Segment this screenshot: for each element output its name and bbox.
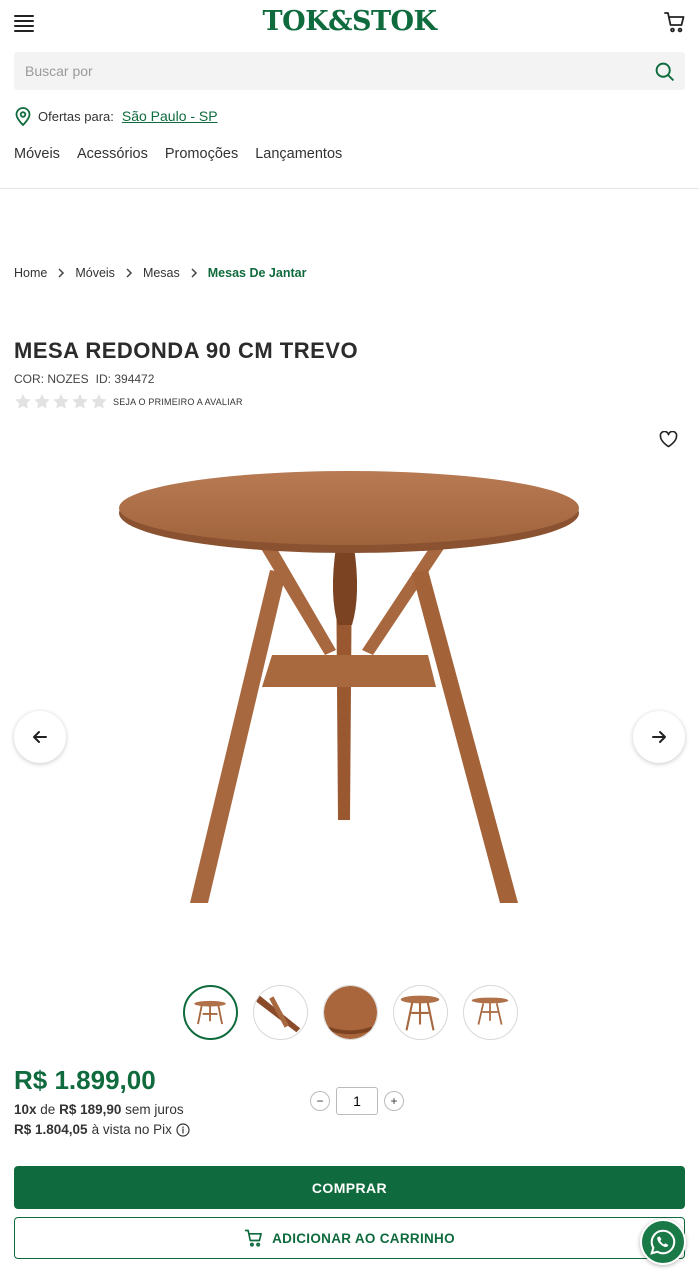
product-title: MESA REDONDA 90 CM TREVO (14, 338, 359, 363)
quantity-stepper: − + (310, 1087, 404, 1115)
nav-item-acessorios[interactable]: Acessórios (77, 146, 148, 162)
carousel-next-button[interactable] (633, 711, 685, 763)
breadcrumb-moveis[interactable]: Móveis (75, 266, 115, 280)
product-meta: COR: NOZES ID: 394472 (14, 372, 154, 386)
installment-suffix: sem juros (125, 1102, 184, 1117)
breadcrumb-home[interactable]: Home (14, 266, 47, 280)
installment-count: 10x (14, 1102, 37, 1117)
pix-price: R$ 1.804,05 (14, 1122, 88, 1137)
whatsapp-icon (650, 1229, 676, 1255)
thumbnail[interactable] (253, 985, 308, 1040)
nav-item-moveis[interactable]: Móveis (14, 146, 60, 162)
quantity-input[interactable] (336, 1087, 378, 1115)
logo[interactable]: TOK&STOK (0, 6, 699, 37)
installment-value: R$ 189,90 (59, 1102, 122, 1117)
main-nav: Móveis Acessórios Promoções Lançamentos (14, 146, 342, 162)
breadcrumb: Home Móveis Mesas Mesas De Jantar (14, 266, 306, 280)
breadcrumb-mesas[interactable]: Mesas (143, 266, 180, 280)
star-icon[interactable] (90, 393, 108, 410)
breadcrumb-current: Mesas De Jantar (207, 266, 307, 280)
add-to-cart-button[interactable]: ADICIONAR AO CARRINHO (14, 1217, 685, 1259)
heart-icon[interactable] (659, 431, 678, 448)
pix-price-info: R$ 1.804,05 à vista no Pix (14, 1122, 190, 1137)
location-selector: Ofertas para: São Paulo - SP (14, 106, 218, 126)
search-bar (14, 52, 685, 90)
star-icon[interactable] (33, 393, 51, 410)
offers-label: Ofertas para: (38, 108, 114, 124)
product-image (119, 471, 579, 903)
thumbnail[interactable] (183, 985, 238, 1040)
carousel-prev-button[interactable] (14, 711, 66, 763)
location-pin-icon (15, 107, 31, 126)
buy-button-label: COMPRAR (311, 1179, 388, 1196)
star-icon[interactable] (71, 393, 89, 410)
quantity-increase-button[interactable]: + (384, 1091, 404, 1111)
arrow-left-icon (33, 731, 47, 743)
star-icon[interactable] (52, 393, 70, 410)
nav-item-lancamentos[interactable]: Lançamentos (255, 146, 342, 162)
search-icon[interactable] (654, 61, 675, 82)
location-link[interactable]: São Paulo - SP (122, 108, 218, 124)
cart-icon (244, 1229, 263, 1247)
header-divider (0, 188, 699, 189)
product-id: ID: 394472 (95, 372, 155, 386)
installment-of: de (40, 1102, 56, 1117)
quantity-decrease-button[interactable]: − (310, 1091, 330, 1111)
whatsapp-button[interactable] (640, 1219, 686, 1265)
search-input[interactable] (14, 52, 634, 90)
info-icon[interactable] (176, 1122, 190, 1137)
pix-suffix: à vista no Pix (91, 1122, 172, 1137)
thumbnail[interactable] (393, 985, 448, 1040)
thumbnail[interactable] (323, 985, 378, 1040)
thumbnail-image (194, 1000, 226, 1025)
add-to-cart-label: ADICIONAR AO CARRINHO (272, 1230, 455, 1246)
product-color: COR: NOZES (14, 372, 89, 386)
chevron-right-icon (191, 268, 197, 278)
thumbnail-image (400, 995, 440, 1031)
chevron-right-icon (126, 268, 132, 278)
thumbnail-strip (183, 985, 518, 1040)
thumbnail-image (324, 986, 377, 1039)
chevron-right-icon (58, 268, 65, 278)
installments-info: 10x de R$ 189,90 sem juros (14, 1102, 184, 1117)
star-icon[interactable] (14, 393, 32, 410)
product-price: R$ 1.899,00 (14, 1065, 156, 1095)
cart-icon[interactable] (663, 10, 687, 34)
rating-stars[interactable] (14, 393, 108, 410)
buy-button[interactable]: COMPRAR (14, 1166, 685, 1209)
thumbnail-image (255, 995, 301, 1033)
review-cta[interactable]: SEJA O PRIMEIRO A AVALIAR (113, 397, 243, 407)
nav-item-promocoes[interactable]: Promoções (165, 146, 238, 162)
thumbnail-image (471, 997, 509, 1025)
thumbnail[interactable] (463, 985, 518, 1040)
arrow-right-icon (652, 731, 666, 743)
